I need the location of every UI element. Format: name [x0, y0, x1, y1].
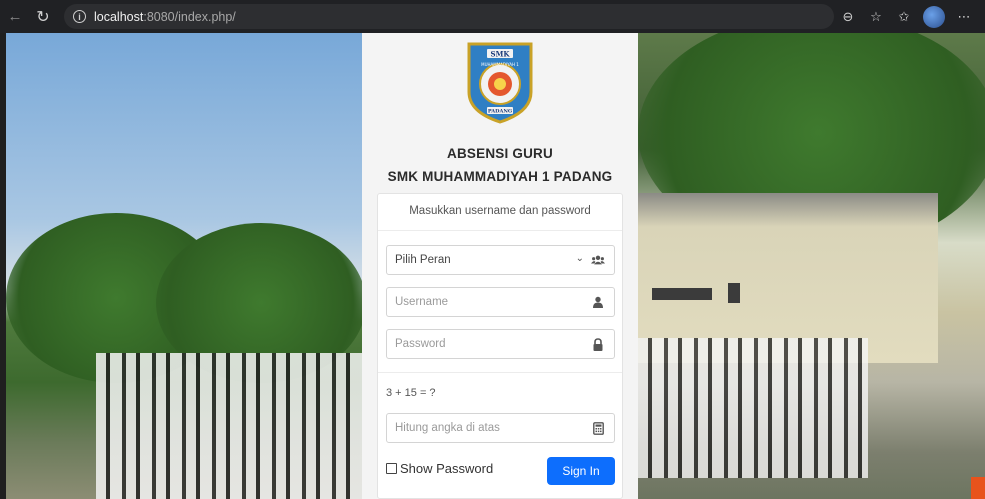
address-host: localhost: [94, 9, 144, 24]
divider: [378, 372, 622, 373]
username-placeholder: Username: [395, 296, 449, 308]
building-window: [652, 288, 712, 300]
group-photo-people: [96, 353, 362, 499]
lock-icon: [591, 337, 605, 351]
school-logo-icon: SMK MUHAMMADIYAH 1 PADANG: [467, 42, 533, 124]
info-icon[interactable]: i: [73, 10, 86, 23]
page-subtitle: SMK MUHAMMADIYAH 1 PADANG: [387, 169, 613, 184]
favorites-list-icon[interactable]: ✩: [895, 8, 913, 26]
divider: [378, 230, 622, 231]
address-path: :8080/index.php/: [143, 9, 236, 24]
username-input[interactable]: Username: [386, 287, 615, 317]
login-page: SMK MUHAMMADIYAH 1 PADANG ABSENSI GURU S…: [6, 33, 985, 499]
refresh-icon[interactable]: ↻: [32, 6, 54, 28]
toolbar-actions: ⊖ ☆ ✩ ⋯: [839, 5, 973, 28]
school-logo: SMK MUHAMMADIYAH 1 PADANG: [465, 40, 535, 124]
form-hint: Masukkan username dan password: [409, 205, 591, 217]
users-icon: [591, 253, 605, 267]
address-bar[interactable]: i localhost:8080/index.php/: [64, 4, 834, 29]
browser-toolbar: ← ↻ i localhost:8080/index.php/ ⊖ ☆ ✩ ⋯: [0, 0, 985, 33]
captcha-answer-input[interactable]: Hitung angka di atas: [386, 413, 615, 443]
captcha-placeholder: Hitung angka di atas: [395, 422, 500, 434]
logo-top-text: SMK: [491, 50, 511, 59]
corner-badge: [971, 477, 985, 499]
role-select[interactable]: Pilih Peran ⌄: [386, 245, 615, 275]
logo-bottom-text: PADANG: [488, 109, 512, 115]
captcha-question: 3 + 15 = ?: [386, 387, 436, 399]
user-icon: [591, 295, 605, 309]
login-panel: SMK MUHAMMADIYAH 1 PADANG ABSENSI GURU S…: [362, 33, 638, 499]
profile-avatar[interactable]: [923, 5, 945, 28]
calculator-icon: [591, 421, 605, 435]
role-select-value: Pilih Peran: [395, 254, 451, 266]
page-title: ABSENSI GURU: [447, 146, 553, 161]
show-password-toggle[interactable]: Show Password: [386, 461, 493, 476]
chevron-down-icon: ⌄: [575, 253, 584, 264]
zoom-icon[interactable]: ⊖: [839, 8, 857, 26]
show-password-label: Show Password: [400, 461, 494, 476]
more-menu-icon[interactable]: ⋯: [955, 8, 973, 26]
logo-ring-text: MUHAMMADIYAH 1: [481, 62, 519, 67]
back-arrow-icon[interactable]: ←: [4, 6, 26, 28]
star-icon[interactable]: ☆: [867, 8, 885, 26]
show-password-checkbox[interactable]: [386, 463, 397, 474]
group-photo-people: [638, 338, 868, 478]
building-window: [728, 283, 740, 303]
password-placeholder: Password: [395, 338, 446, 350]
sign-in-button[interactable]: Sign In: [547, 457, 615, 485]
password-input[interactable]: Password: [386, 329, 615, 359]
login-form: Masukkan username dan password Pilih Per…: [377, 193, 623, 499]
